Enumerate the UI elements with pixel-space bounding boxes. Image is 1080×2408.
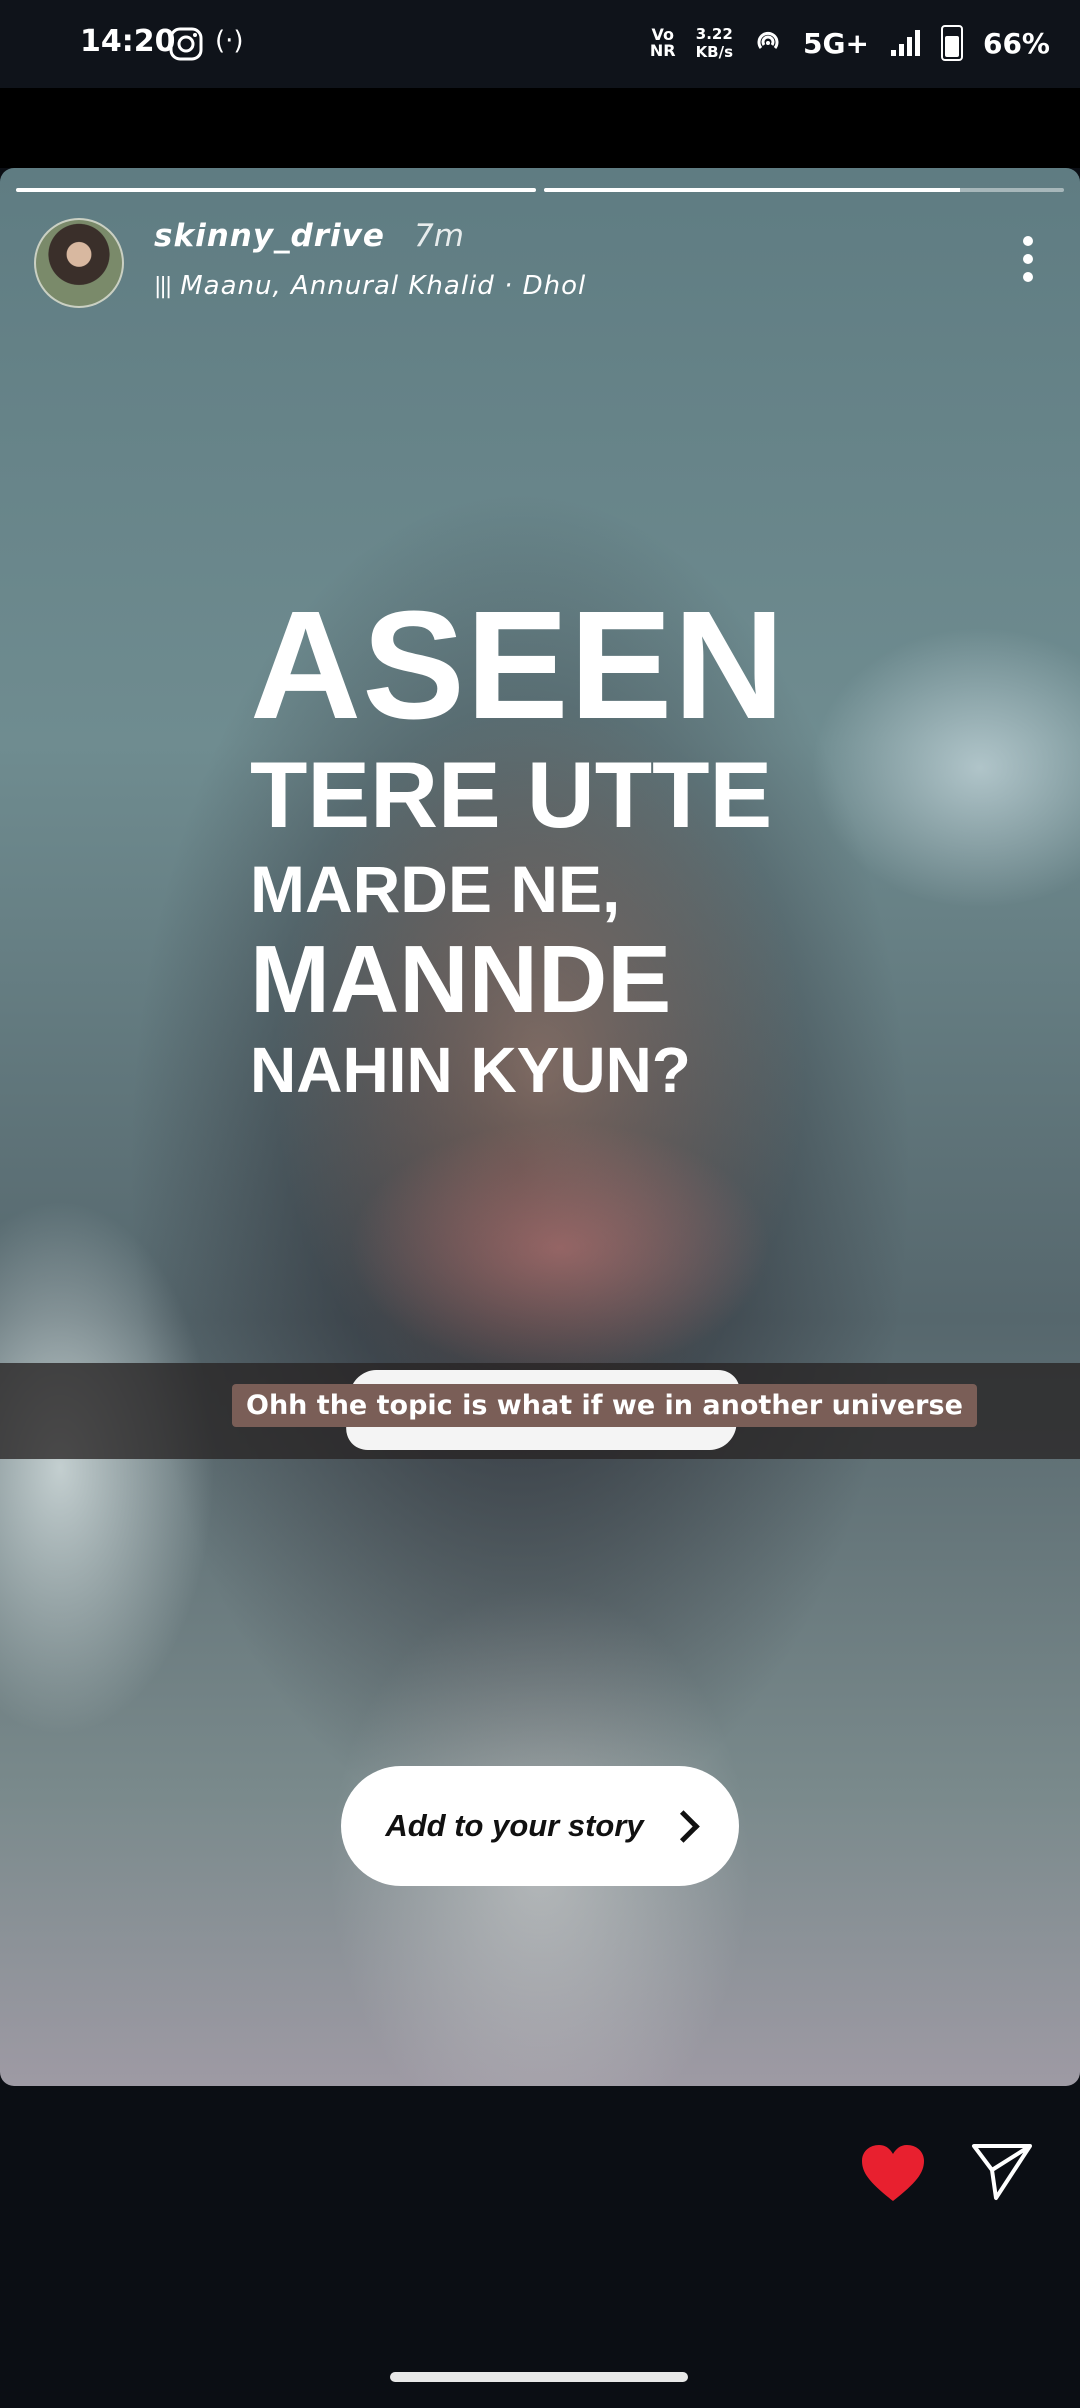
- volte-indicator: Vo NR: [649, 25, 676, 60]
- home-indicator[interactable]: [390, 2372, 688, 2382]
- top-spacer: [0, 88, 1080, 168]
- story-username[interactable]: skinny_drive: [154, 218, 385, 254]
- battery-percent: 66%: [982, 26, 1050, 60]
- heart-icon[interactable]: [860, 2143, 926, 2203]
- send-icon[interactable]: [970, 2140, 1034, 2204]
- network-signal-label: 5G+: [803, 26, 869, 60]
- progress-fill: [544, 188, 960, 192]
- radio-icon: (·): [215, 26, 244, 56]
- lyrics-line: MARDE NE,: [250, 852, 621, 926]
- music-info[interactable]: ||| Maanu, Annural Khalid · Dhol: [154, 271, 586, 301]
- lyrics-line: NAHIN KYUN?: [250, 1034, 691, 1106]
- more-options-icon[interactable]: [1022, 236, 1034, 282]
- lyrics-line: MANNDE: [250, 926, 672, 1033]
- avatar[interactable]: [34, 218, 124, 308]
- music-label: Maanu, Annural Khalid · Dhol: [180, 271, 587, 301]
- status-bar: 14:20 (·) Vo NR 3.22 KB/s 5G+ 66%: [0, 0, 1080, 88]
- instagram-icon: [169, 27, 203, 61]
- progress-segment: [544, 188, 1064, 192]
- story-time-ago: 7m: [414, 218, 464, 254]
- add-to-story-label: Add to your story: [385, 1808, 644, 1843]
- hotspot-icon: [757, 31, 779, 49]
- progress-segment: [16, 188, 536, 192]
- battery-icon: [940, 25, 963, 61]
- chevron-right-icon: [666, 1809, 700, 1843]
- lyrics-line: ASEEN: [250, 579, 786, 751]
- lyrics-line: TERE UTTE: [250, 742, 773, 847]
- add-to-story-button[interactable]: Add to your story: [341, 1766, 739, 1886]
- story-caption: Ohh the topic is what if we in another u…: [232, 1384, 977, 1427]
- signal-bars-icon: [890, 30, 920, 56]
- music-bars-icon: |||: [154, 273, 172, 299]
- story-progress: [16, 188, 1064, 192]
- data-speed: 3.22 KB/s: [695, 25, 734, 61]
- status-indicators: Vo NR 3.22 KB/s 5G+ 66%: [650, 18, 1050, 68]
- status-time: 14:20: [80, 24, 176, 59]
- lyrics-text: ASEEN TERE UTTE MARDE NE, MANNDE NAHIN K…: [250, 588, 786, 1102]
- progress-fill: [16, 188, 536, 192]
